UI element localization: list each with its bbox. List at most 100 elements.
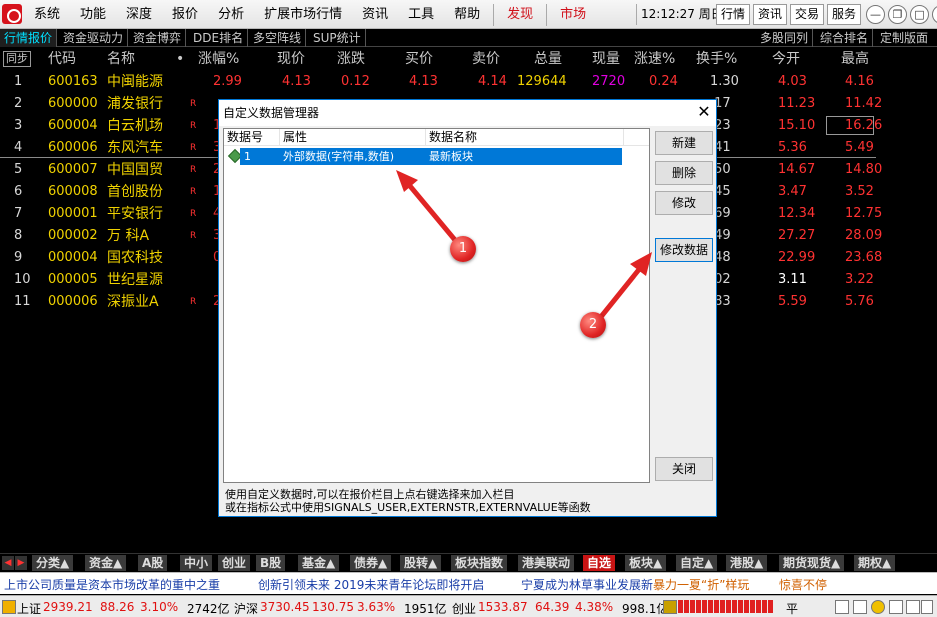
row-pct: 2.99 <box>213 74 242 89</box>
row-bid: 4.13 <box>409 74 438 89</box>
col-code[interactable]: 代码 <box>48 48 76 70</box>
row-r-mark: R <box>190 143 197 153</box>
tab-multi-stock[interactable]: 多股同列 <box>756 29 814 47</box>
list-header-id[interactable]: 数据号 <box>224 129 280 146</box>
bottom-tab[interactable]: A股 <box>138 555 169 571</box>
menu-analysis[interactable]: 分析 <box>208 0 254 29</box>
col-name[interactable]: 名称 <box>107 48 135 70</box>
lock-icon[interactable] <box>921 600 933 614</box>
menu-function[interactable]: 功能 <box>70 0 116 29</box>
news-item[interactable]: 暴力一夏“折”样玩 <box>653 576 749 593</box>
list-header-name[interactable]: 数据名称 <box>426 129 624 146</box>
menu-tools[interactable]: 工具 <box>398 0 444 29</box>
col-price[interactable]: 现价 <box>277 48 305 70</box>
tab-overall-rank[interactable]: 综合排名 <box>816 29 874 47</box>
news-item[interactable]: 上市公司质量是资本市场改革的重中之重 <box>4 576 220 593</box>
menu-system[interactable]: 系统 <box>24 0 70 29</box>
tab-capital-game[interactable]: 资金博弈 <box>129 29 187 47</box>
info-button[interactable]: 资讯 <box>753 4 788 25</box>
restore-icon[interactable]: ❐ <box>888 5 907 24</box>
scroll-right-icon[interactable]: ▶ <box>15 556 27 570</box>
menu-quote[interactable]: 报价 <box>162 0 208 29</box>
col-current-vol[interactable]: 现量 <box>592 48 620 70</box>
bottom-tab[interactable]: 港股▲ <box>726 555 769 571</box>
bottom-tab[interactable]: 板块指数 <box>451 555 509 571</box>
tab-dde-rank[interactable]: DDE排名 <box>189 29 249 47</box>
row-name: 万 科A <box>107 228 150 244</box>
menu-depth[interactable]: 深度 <box>116 0 162 29</box>
menu-help[interactable]: 帮助 <box>444 0 490 29</box>
col-high[interactable]: 最高 <box>841 48 869 70</box>
sz-amount: 1951亿 <box>404 602 447 616</box>
sync-button[interactable]: 同步 <box>3 51 31 67</box>
news-item[interactable]: 宁夏成为林草事业发展新 <box>521 576 653 593</box>
row-r-mark: R <box>190 209 197 219</box>
row-code: 600004 <box>48 118 98 133</box>
tab-capital-drive[interactable]: 资金驱动力 <box>59 29 129 47</box>
menu-info[interactable]: 资讯 <box>352 0 398 29</box>
bottom-tab[interactable]: 资金▲ <box>85 555 128 571</box>
col-pct[interactable]: 涨幅% <box>198 48 239 70</box>
bottom-tab[interactable]: 中小 <box>180 555 214 571</box>
col-speed[interactable]: 涨速% <box>634 48 675 70</box>
edit-button[interactable]: 修改 <box>655 191 713 215</box>
bottom-tab-bar: ◀ ▶ 分类▲ 资金▲ A股 中小 创业 B股 基金▲ 债券▲ 股转▲ 板块指数 港美联动 自选 板块▲… <box>0 553 937 571</box>
tab-sup-stats[interactable]: SUP统计 <box>309 29 366 47</box>
maximize-icon[interactable]: □ <box>910 5 929 24</box>
delete-button[interactable]: 删除 <box>655 161 713 185</box>
menu-discover[interactable]: 发现 <box>497 0 543 29</box>
tool-icon[interactable] <box>906 600 920 614</box>
col-volume[interactable]: 总量 <box>534 48 562 70</box>
bottom-tab[interactable]: 基金▲ <box>298 555 341 571</box>
row-code: 000006 <box>48 294 98 309</box>
scroll-left-icon[interactable]: ◀ <box>2 556 14 570</box>
row-open: 27.27 <box>778 228 816 243</box>
news-item[interactable]: 创新引领未来 2019未来青年论坛即将开启 <box>258 576 484 593</box>
col-ask[interactable]: 卖价 <box>472 48 500 70</box>
bottom-tab[interactable]: B股 <box>256 555 287 571</box>
bottom-tab[interactable]: 港美联动 <box>518 555 576 571</box>
bottom-tab[interactable]: 创业 <box>218 555 252 571</box>
bottom-tab[interactable]: 债券▲ <box>350 555 393 571</box>
row-number: 1 <box>14 74 23 89</box>
row-number: 5 <box>14 162 23 177</box>
bottom-tab[interactable]: 期货现货▲ <box>779 555 846 571</box>
close-icon[interactable]: ✕ <box>932 5 937 24</box>
new-button[interactable]: 新建 <box>655 131 713 155</box>
bottom-tab[interactable]: 自选 <box>583 555 617 571</box>
bottom-tab[interactable]: 自定▲ <box>676 555 719 571</box>
service-button[interactable]: 服务 <box>827 4 862 25</box>
col-change[interactable]: 涨跌 <box>337 48 365 70</box>
grid-icon[interactable] <box>889 600 903 614</box>
menu-extended-market[interactable]: 扩展市场行情 <box>254 0 352 29</box>
dialog-close-icon[interactable]: ✕ <box>694 102 714 122</box>
bottom-tab[interactable]: 期权▲ <box>854 555 897 571</box>
edit-data-button[interactable]: 修改数据 <box>655 238 713 262</box>
list-header-attr[interactable]: 属性 <box>280 129 426 146</box>
message-icon[interactable] <box>835 600 849 614</box>
alert-icon[interactable] <box>871 600 885 614</box>
close-button[interactable]: 关闭 <box>655 457 713 481</box>
bottom-tab[interactable]: 板块▲ <box>625 555 668 571</box>
tab-quotes[interactable]: 行情报价 <box>0 29 58 47</box>
row-code: 600008 <box>48 184 98 199</box>
bottom-tab[interactable]: 分类▲ <box>32 555 75 571</box>
menu-market[interactable]: 市场 <box>550 0 596 29</box>
bottom-tab[interactable]: 股转▲ <box>400 555 443 571</box>
row-turnover: 1.30 <box>710 74 739 89</box>
quote-button[interactable]: 行情 <box>716 4 751 25</box>
data-list[interactable]: 数据号 属性 数据名称 1 外部数据(字符串,数值) 最新板块 <box>223 128 650 483</box>
tab-custom-layout[interactable]: 定制版面 <box>876 29 932 47</box>
index-icon[interactable] <box>2 600 16 614</box>
chart-icon[interactable] <box>663 600 677 614</box>
col-open[interactable]: 今开 <box>772 48 800 70</box>
tab-long-short[interactable]: 多空阵线 <box>249 29 307 47</box>
app-logo-icon[interactable] <box>2 4 22 24</box>
trade-button[interactable]: 交易 <box>790 4 825 25</box>
col-turnover[interactable]: 换手% <box>696 48 737 70</box>
window-icon[interactable] <box>853 600 867 614</box>
minimize-icon[interactable]: — <box>866 5 885 24</box>
row-high: 12.75 <box>845 206 883 221</box>
col-bid[interactable]: 买价 <box>405 48 433 70</box>
news-item[interactable]: 惊喜不停 <box>779 576 827 593</box>
